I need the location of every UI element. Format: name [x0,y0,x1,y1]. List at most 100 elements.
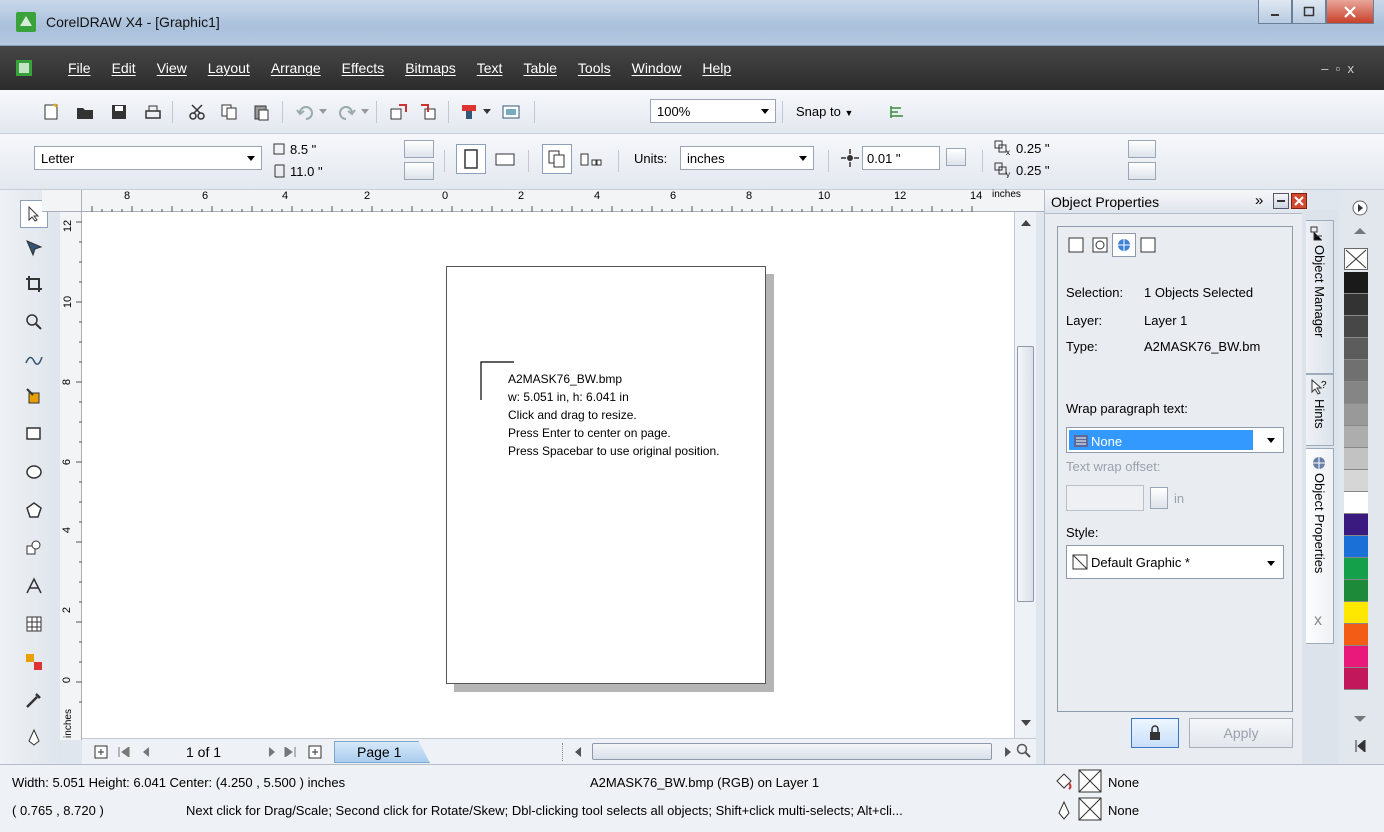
basic-shapes-tool[interactable] [20,534,48,562]
color-swatch[interactable] [1344,470,1368,492]
landscape-button[interactable] [494,148,516,170]
fill-bucket-icon[interactable] [1054,771,1074,791]
previous-page-icon[interactable] [142,747,150,757]
no-color-swatch[interactable] [1344,248,1368,270]
menu-table[interactable]: Table [523,60,556,76]
paper-width-spinner[interactable] [404,140,434,158]
ruler-origin[interactable] [60,190,82,212]
drawing-page[interactable] [446,266,766,684]
smart-fill-tool[interactable] [20,382,48,410]
fill-tab[interactable] [1064,233,1088,257]
new-document-icon[interactable] [40,101,62,123]
docker-minimize-button[interactable] [1273,193,1289,209]
duplicate-distance-y-field[interactable]: y 0.25 " [994,160,1124,182]
maximize-button[interactable] [1292,0,1326,24]
docker-close-button[interactable] [1291,193,1307,209]
zoom-levels-dropdown[interactable]: 100% [650,99,776,123]
palette-end-icon[interactable] [1354,740,1366,752]
color-swatch[interactable] [1344,602,1368,624]
color-swatch[interactable] [1344,492,1368,514]
wrap-paragraph-dropdown[interactable]: None [1066,427,1284,453]
general-tab[interactable] [1136,233,1160,257]
color-swatch[interactable] [1344,404,1368,426]
redo-list-dropdown[interactable] [358,101,372,123]
outline-pen-icon[interactable] [1056,801,1072,821]
menu-text[interactable]: Text [477,60,503,76]
eyedropper-tool[interactable] [20,686,48,714]
print-icon[interactable] [142,101,164,123]
menu-arrange[interactable]: Arrange [271,60,321,76]
duplicate-y-spinner[interactable] [1128,162,1156,180]
close-window-button[interactable] [1326,0,1374,24]
save-icon[interactable] [108,101,130,123]
page-tab[interactable]: Page 1 [334,741,430,763]
tab-object-manager[interactable]: Object Manager [1306,220,1334,374]
coreldraw-app-icon[interactable] [16,12,36,32]
palette-scroll-down-icon[interactable] [1354,716,1366,724]
outline-tab[interactable] [1088,233,1112,257]
rectangle-tool[interactable] [20,420,48,448]
scroll-left-arrow-icon[interactable] [574,747,582,757]
menu-file[interactable]: File [68,60,91,76]
lock-button[interactable] [1131,718,1179,748]
export-icon[interactable] [418,101,440,123]
palette-scroll-up-icon[interactable] [1354,228,1366,236]
menu-tools[interactable]: Tools [578,60,611,76]
close-tab-icon[interactable]: x [1314,612,1322,630]
paste-icon[interactable] [250,101,272,123]
menu-bitmaps[interactable]: Bitmaps [405,60,456,76]
paper-height-field[interactable]: 11.0 " [272,160,402,184]
color-swatch[interactable] [1344,536,1368,558]
units-dropdown[interactable]: inches [680,146,814,170]
application-launcher-icon[interactable] [458,101,480,123]
color-swatch[interactable] [1344,624,1368,646]
page-size-dropdown[interactable]: Letter [34,146,262,170]
text-wrap-offset-field[interactable] [1066,485,1144,511]
polygon-tool[interactable] [20,496,48,524]
apply-button[interactable]: Apply [1189,718,1293,748]
text-tool[interactable] [20,572,48,600]
add-page-before-icon[interactable] [94,745,108,759]
zoom-tool[interactable] [20,308,48,336]
horizontal-ruler[interactable]: 8 6 4 2 0 2 4 6 8 10 12 14 inches [42,189,1044,212]
duplicate-x-spinner[interactable] [1128,140,1156,158]
cut-icon[interactable] [186,101,208,123]
portrait-button[interactable] [456,144,486,174]
paper-height-spinner[interactable] [404,162,434,180]
menu-window[interactable]: Window [632,60,682,76]
text-wrap-offset-spinner[interactable] [1150,487,1168,509]
shape-tool[interactable] [20,234,48,262]
copy-icon[interactable] [218,101,240,123]
style-dropdown[interactable]: Default Graphic * [1066,545,1284,579]
menu-edit[interactable]: Edit [112,60,136,76]
color-swatch[interactable] [1344,294,1368,316]
scroll-down-arrow-icon[interactable] [1021,720,1031,728]
scroll-right-arrow-icon[interactable] [1004,747,1012,757]
vertical-scrollbar[interactable] [1014,212,1036,738]
nudge-distance-spinner[interactable] [946,148,966,166]
scroll-up-arrow-icon[interactable] [1021,220,1031,228]
last-page-icon[interactable] [284,747,296,757]
add-page-after-icon[interactable] [308,745,322,759]
outline-tool[interactable] [20,724,48,752]
menu-layout[interactable]: Layout [208,60,250,76]
table-tool[interactable] [20,610,48,638]
current-page-button[interactable] [580,148,602,170]
first-page-icon[interactable] [118,747,130,757]
color-swatch[interactable] [1344,338,1368,360]
interactive-blend-tool[interactable] [20,648,48,676]
menu-effects[interactable]: Effects [342,60,385,76]
all-pages-button[interactable] [542,144,572,174]
vertical-ruler[interactable]: 12 10 8 6 4 2 0 inches [60,212,82,740]
horizontal-scroll-thumb[interactable] [592,743,992,760]
color-swatch[interactable] [1344,316,1368,338]
color-swatch[interactable] [1344,668,1368,690]
application-launcher-dropdown[interactable] [480,101,494,123]
redo-icon[interactable] [336,101,358,123]
crop-tool[interactable] [20,270,48,298]
paper-width-field[interactable]: 8.5 " [272,138,402,162]
nudge-distance-field[interactable]: 0.01 " [862,146,940,170]
palette-menu-icon[interactable] [1352,200,1368,216]
color-swatch[interactable] [1344,580,1368,602]
color-swatch[interactable] [1344,646,1368,668]
